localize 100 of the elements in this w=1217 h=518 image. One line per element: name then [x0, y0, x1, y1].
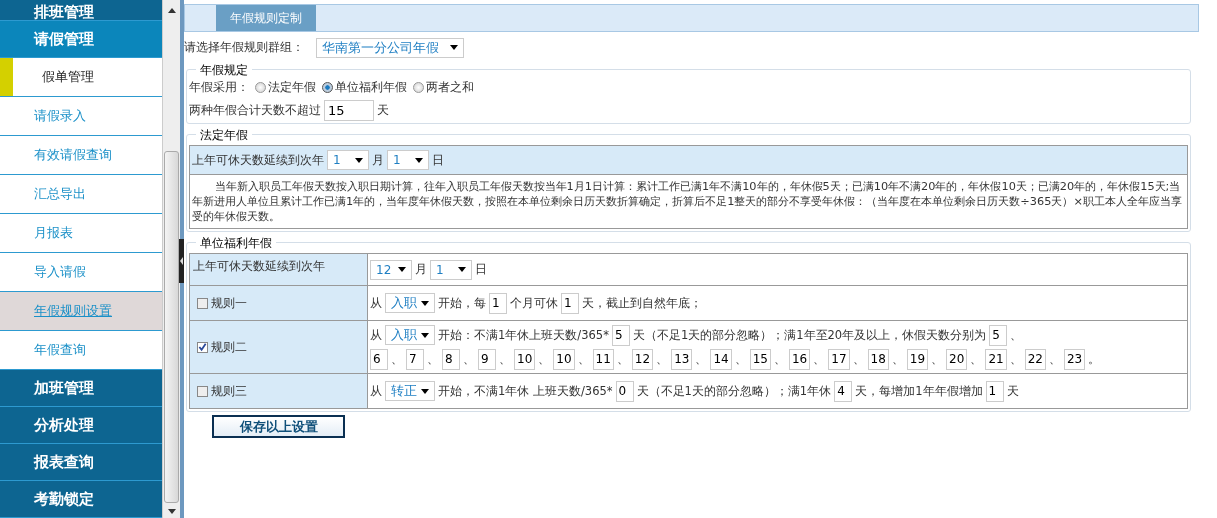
- caret-icon: [450, 45, 458, 50]
- scrollbar[interactable]: [162, 0, 180, 518]
- days-input[interactable]: 10: [553, 348, 575, 370]
- days-input[interactable]: 15: [324, 100, 374, 121]
- rule-text: 天（不足1天的部分忽略）；满1年至20年及以上，休假天数分别为: [632, 327, 987, 343]
- rule-checkbox[interactable]: [197, 297, 208, 309]
- radio-option[interactable]: 单位福利年假: [322, 79, 407, 96]
- rule-text: 开始，不满1年休 上班天数/365*: [438, 383, 613, 399]
- days-input[interactable]: 10: [514, 348, 536, 370]
- field-label: 上年可休天数延续到次年: [192, 151, 324, 169]
- days-input[interactable]: 21: [985, 348, 1007, 370]
- days-input[interactable]: 20: [946, 348, 968, 370]
- sidebar-group[interactable]: 报表查询: [0, 444, 162, 481]
- scroll-down-icon[interactable]: [167, 509, 176, 514]
- rule-text: 、: [852, 351, 865, 367]
- caret-icon: [355, 157, 363, 163]
- rule-label: 规则二: [211, 338, 247, 356]
- days-input[interactable]: 5: [989, 324, 1008, 346]
- rule-text: 从: [370, 327, 382, 343]
- group-select[interactable]: 华南第一分公司年假: [316, 37, 464, 58]
- scroll-thumb[interactable]: [164, 151, 179, 503]
- day-select[interactable]: 1: [430, 259, 472, 280]
- rule-text: 、: [813, 351, 826, 367]
- field-label: 请选择年假规则群组：: [184, 39, 304, 56]
- days-input[interactable]: 5: [611, 324, 630, 346]
- days-input[interactable]: 4: [834, 380, 853, 402]
- days-input[interactable]: 16: [788, 348, 811, 370]
- caret-icon: [421, 300, 429, 306]
- save-button[interactable]: 保存以上设置: [212, 415, 345, 438]
- days-input[interactable]: 7: [406, 348, 424, 370]
- section-legend: 单位福利年假: [196, 235, 276, 252]
- start-select[interactable]: 转正: [385, 381, 435, 401]
- table-cell: 上年可休天数延续到次年: [190, 254, 368, 286]
- rule-text: 、: [499, 351, 511, 367]
- rule-text: 、: [734, 351, 747, 367]
- rule-text: 从: [370, 295, 382, 311]
- days-input[interactable]: 13: [671, 348, 693, 370]
- sidebar-group[interactable]: 考勤锁定: [0, 481, 162, 518]
- sidebar-group[interactable]: 加班管理: [0, 370, 162, 407]
- start-select[interactable]: 入职: [385, 325, 435, 345]
- days-input[interactable]: 23: [1063, 348, 1086, 370]
- radio-option[interactable]: 两者之和: [413, 79, 474, 96]
- rule-text: 天（不足1天的部分忽略）；满1年休: [636, 383, 832, 399]
- days-input[interactable]: 6: [370, 348, 388, 370]
- days-input[interactable]: 8: [442, 348, 460, 370]
- sidebar-group[interactable]: 分析处理: [0, 407, 162, 444]
- days-input[interactable]: 0: [615, 380, 634, 402]
- days-input[interactable]: 14: [710, 348, 732, 370]
- section-legend: 年假规定: [196, 62, 252, 79]
- caret-icon: [421, 388, 429, 394]
- rule-text: 、: [463, 351, 475, 367]
- sidebar-group[interactable]: 请假管理: [0, 21, 162, 58]
- start-select[interactable]: 入职: [385, 293, 435, 313]
- unit-label: 天: [377, 102, 389, 119]
- month-select[interactable]: 12: [370, 259, 412, 280]
- rule-text: 天: [1006, 383, 1019, 399]
- rule-text: 、: [773, 351, 786, 367]
- rule-text: 、: [1009, 351, 1022, 367]
- rule-checkbox[interactable]: [197, 385, 208, 397]
- rule-text: 、: [577, 351, 590, 367]
- unit-label: 日: [475, 261, 487, 278]
- rule-text: 、: [1010, 327, 1023, 343]
- days-input[interactable]: 17: [828, 348, 850, 370]
- rule-text: 天，截止到自然年底；: [582, 295, 702, 311]
- unit-label: 月: [372, 151, 384, 169]
- scroll-up-icon[interactable]: [167, 8, 176, 13]
- caret-icon: [458, 267, 466, 272]
- rule-text: 、: [656, 351, 669, 367]
- rule-text: 。: [1088, 351, 1101, 367]
- caret-icon: [398, 267, 406, 272]
- rule-checkbox[interactable]: [197, 341, 208, 353]
- rule-text: 、: [931, 351, 944, 367]
- rule-text: 、: [391, 351, 403, 367]
- days-input[interactable]: 22: [1024, 348, 1046, 370]
- days-input[interactable]: 15: [749, 348, 771, 370]
- radio-option[interactable]: 法定年假: [255, 79, 316, 96]
- days-input[interactable]: 1: [561, 292, 579, 314]
- days-input[interactable]: 12: [631, 348, 654, 370]
- days-input[interactable]: 18: [867, 348, 889, 370]
- sidebar-group[interactable]: 排班管理: [0, 0, 162, 21]
- unit-label: 月: [415, 261, 427, 278]
- rule-text: 、: [970, 351, 983, 367]
- rule-text: 开始，每: [438, 295, 486, 311]
- rule-text: 个月可休: [510, 295, 558, 311]
- days-input[interactable]: 1: [489, 292, 507, 314]
- unit-label: 日: [432, 151, 444, 169]
- rule-text: 、: [891, 351, 904, 367]
- days-input[interactable]: 1: [985, 380, 1004, 402]
- rule-text: 、: [695, 351, 708, 367]
- days-input[interactable]: 11: [592, 348, 614, 370]
- section-legend: 法定年假: [196, 127, 252, 144]
- day-select[interactable]: 1: [387, 150, 429, 170]
- days-input[interactable]: 19: [906, 348, 929, 370]
- sidebar-subgroup[interactable]: 假单管理: [0, 58, 162, 97]
- rule-text: 、: [616, 351, 629, 367]
- month-select[interactable]: 1: [327, 150, 369, 170]
- collapse-icon[interactable]: [179, 239, 184, 283]
- days-input[interactable]: 9: [478, 348, 496, 370]
- field-label: 两种年假合计天数不超过: [189, 102, 321, 119]
- caret-icon: [415, 157, 423, 163]
